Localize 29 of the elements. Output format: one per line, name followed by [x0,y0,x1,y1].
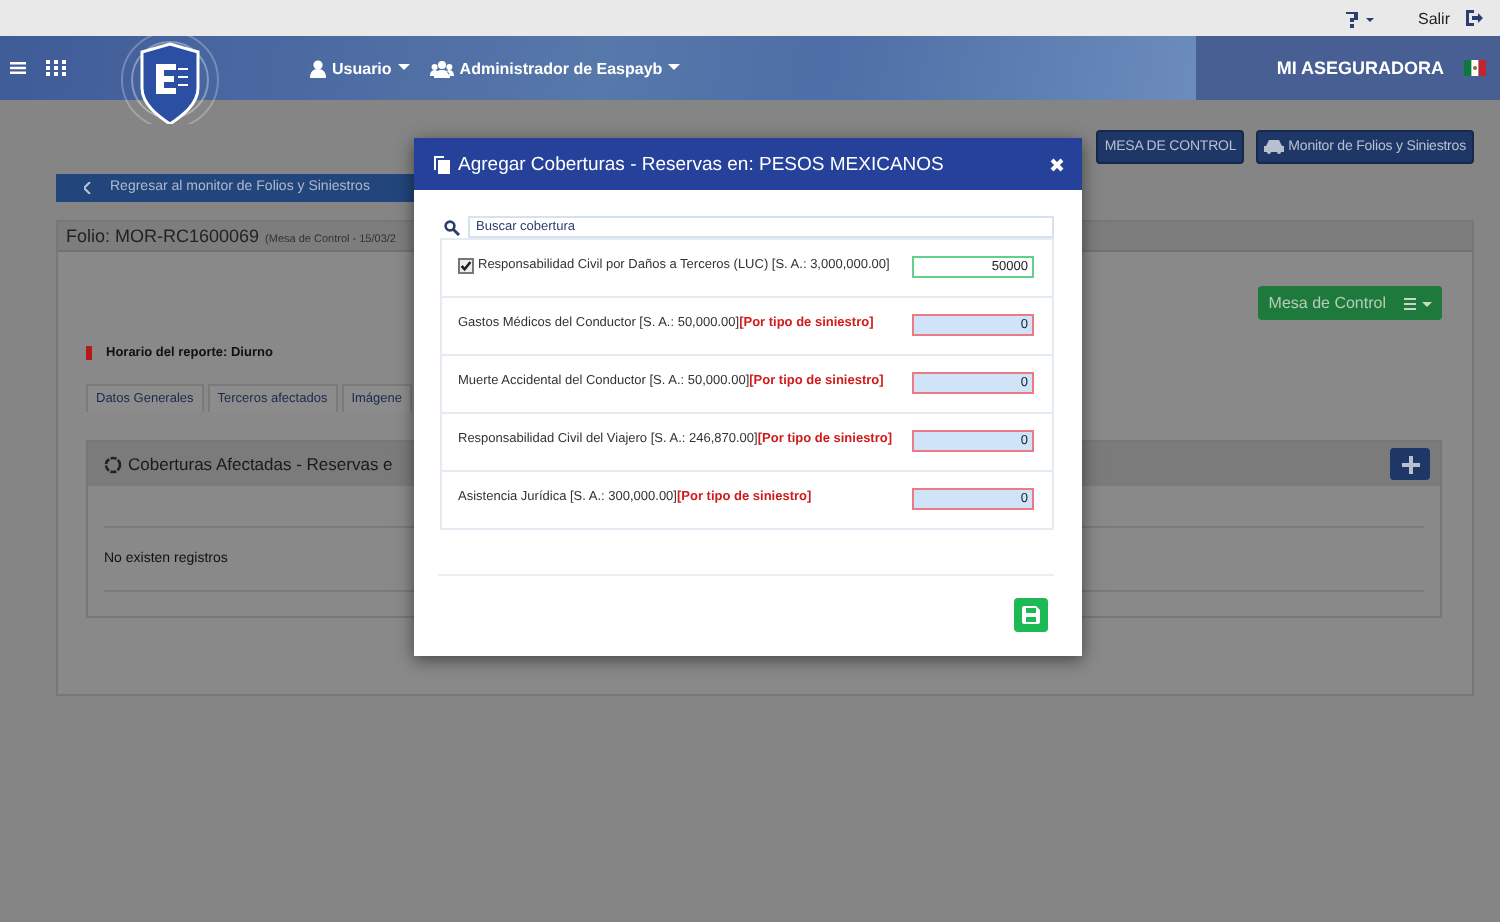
checkbox[interactable] [458,258,474,274]
close-icon[interactable] [1050,157,1064,171]
shield-logo [118,36,222,124]
save-button[interactable] [1014,598,1048,632]
apps-grid-icon[interactable] [46,60,66,76]
search-icon [444,219,460,235]
logout-link[interactable]: Salir [1417,9,1450,27]
company-name: MI ASEGURADORA [1276,58,1444,78]
add-button[interactable] [1390,448,1430,480]
flag-icon [1464,60,1486,76]
save-icon [1022,606,1040,624]
list-icon [1404,297,1432,309]
user-icon [310,59,326,77]
circle-icon [104,455,122,473]
help-icon[interactable] [1343,9,1376,27]
dialog-title: Agregar Coberturas - Reservas en: PESOS MEXICANOS [458,153,944,175]
chevron-left-icon [84,181,92,193]
plus-icon [1401,455,1419,473]
logout-icon[interactable] [1464,8,1484,28]
caret-icon [397,64,410,72]
users-icon [429,59,454,77]
panel-title: Coberturas Afectadas - Reservas e [128,454,393,474]
menu-icon[interactable] [10,60,26,76]
folio-title: Folio: MOR-RC1600069 [66,226,260,246]
copy-icon [434,155,450,173]
user-menu[interactable]: Administrador de Easpayb [429,59,681,77]
car-icon [1264,140,1285,154]
caret-icon [668,64,681,72]
user-menu[interactable]: Usuario [310,59,410,77]
